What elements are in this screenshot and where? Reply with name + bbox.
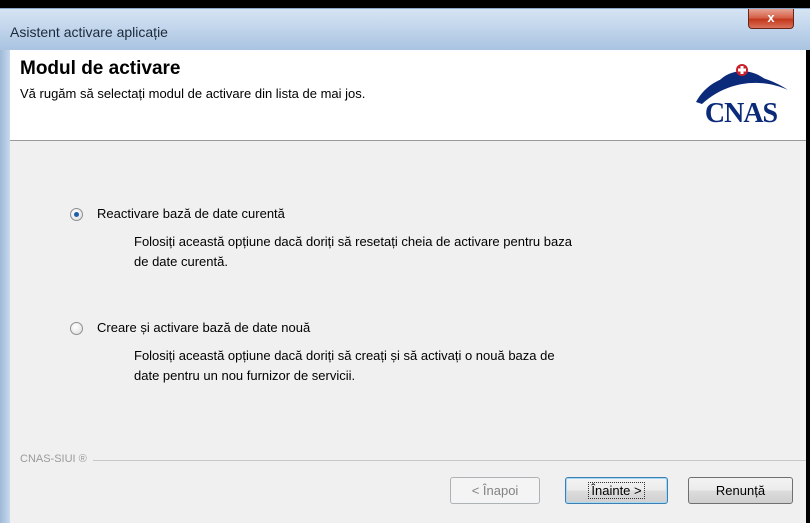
window-frame-right xyxy=(806,50,810,523)
wizard-header: Modul de activare Vă rugăm să selectați … xyxy=(10,50,806,141)
option-reactivate-desc-line2: de date curentă. xyxy=(134,254,228,269)
activation-wizard-window: Asistent activare aplicație x Modul de a… xyxy=(0,0,810,523)
window-title: Asistent activare aplicație xyxy=(10,24,168,40)
radio-reactivate[interactable] xyxy=(70,208,83,221)
wizard-content: Reactivare bază de date curentă Folosiți… xyxy=(10,141,806,523)
title-bar[interactable]: Asistent activare aplicație x xyxy=(0,8,810,50)
option-create-description: Folosiți această opțiune dacă doriți să … xyxy=(134,346,734,386)
cancel-button[interactable]: Renunță xyxy=(688,477,793,504)
option-create-label[interactable]: Creare și activare bază de date nouă xyxy=(97,320,310,335)
footer-divider xyxy=(20,460,806,461)
page-subtitle: Vă rugăm să selectați modul de activare … xyxy=(20,86,366,101)
option-reactivate-label[interactable]: Reactivare bază de date curentă xyxy=(97,206,285,221)
window-frame-left xyxy=(0,50,10,523)
next-button-label: Înainte > xyxy=(588,482,645,499)
radio-selected-dot xyxy=(74,212,79,217)
option-create-desc-line1: Folosiți această opțiune dacă doriți să … xyxy=(134,348,555,363)
back-button[interactable]: < Înapoi xyxy=(450,477,540,504)
close-button[interactable]: x xyxy=(748,9,794,29)
page-title: Modul de activare xyxy=(20,58,181,79)
logo-text: CNAS xyxy=(704,98,778,129)
option-reactivate-desc-line1: Folosiți această opțiune dacă doriți să … xyxy=(134,234,572,249)
option-create-desc-line2: date pentru un nou furnizor de servicii. xyxy=(134,368,356,383)
close-icon: x xyxy=(767,10,775,25)
next-button[interactable]: Înainte > xyxy=(565,477,668,504)
brand-label: CNAS-SIUI ® xyxy=(20,453,93,465)
radio-create-new[interactable] xyxy=(70,322,83,335)
option-reactivate-description: Folosiți această opțiune dacă doriți să … xyxy=(134,232,734,272)
cnas-logo: CNAS xyxy=(682,60,802,130)
